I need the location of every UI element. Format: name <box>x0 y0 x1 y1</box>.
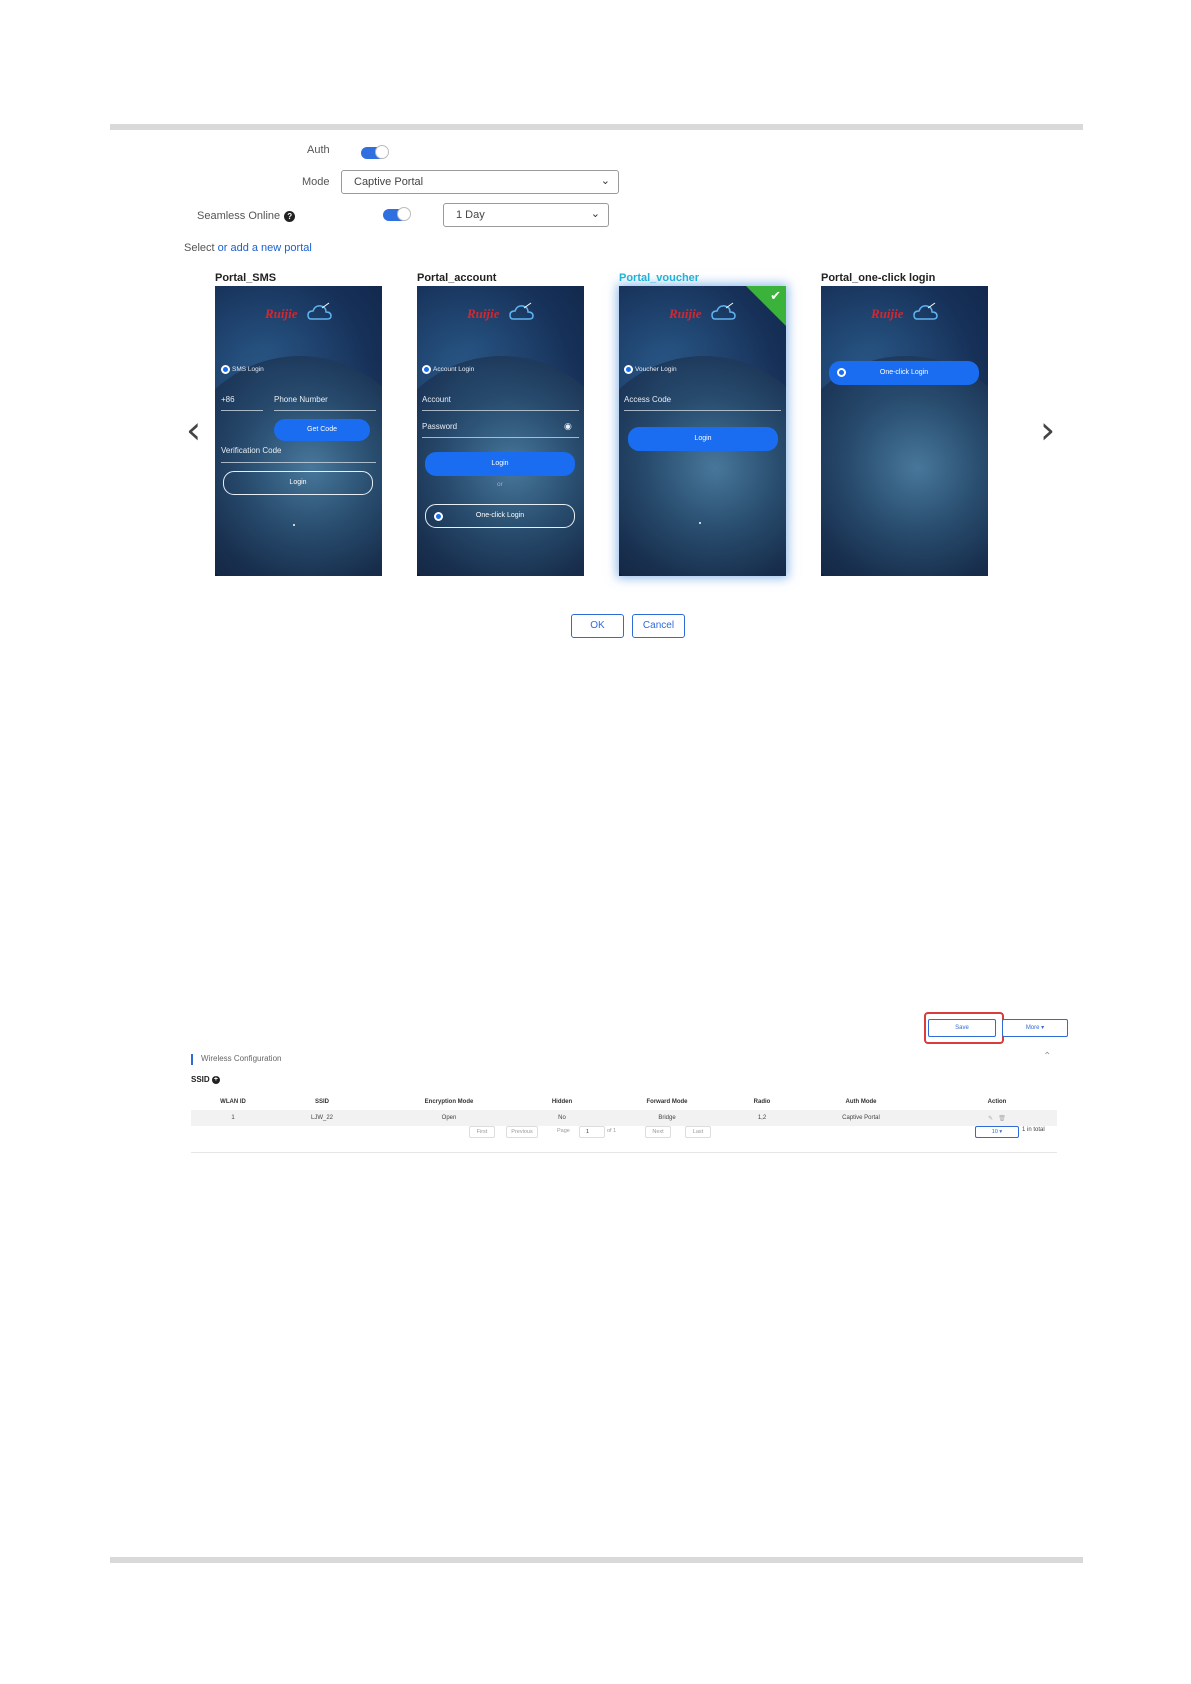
portal-title-account: Portal_account <box>417 272 497 284</box>
phone-number-field[interactable]: Phone Number <box>274 395 328 404</box>
delete-icon[interactable]: 🗑 <box>998 1116 1006 1122</box>
section-marker <box>191 1054 193 1065</box>
more-button[interactable]: More ▾ <box>1002 1019 1068 1037</box>
portal-title-sms: Portal_SMS <box>215 272 277 284</box>
save-button[interactable]: Save <box>928 1019 996 1037</box>
password-field[interactable]: Password <box>422 422 457 431</box>
check-icon: ✔ <box>770 288 781 303</box>
login-type-label: SMS Login <box>232 366 264 373</box>
seamless-online-toggle[interactable] <box>383 207 411 221</box>
sms-icon <box>221 365 230 374</box>
first-page-button[interactable]: First <box>469 1126 495 1138</box>
previous-page-button[interactable]: Previous <box>506 1126 538 1138</box>
page-number-input[interactable]: 1 <box>579 1126 605 1138</box>
account-field[interactable]: Account <box>422 395 451 404</box>
next-page-button[interactable]: Next <box>645 1126 671 1138</box>
ruijie-logo: Ruijie <box>467 300 537 326</box>
one-click-login-button[interactable]: One-click Login <box>425 504 575 528</box>
last-page-button[interactable]: Last <box>685 1126 711 1138</box>
portal-card-one-click[interactable]: Ruijie One-click Login <box>821 286 988 576</box>
ssid-label: SSID + <box>191 1075 220 1084</box>
chevron-right-icon[interactable]: › <box>1040 408 1055 452</box>
ok-button[interactable]: OK <box>571 614 624 638</box>
table-header: WLAN ID SSID Encryption Mode Hidden Forw… <box>220 1099 1007 1105</box>
mode-select-value: Captive Portal <box>354 176 424 188</box>
get-code-button[interactable]: Get Code <box>274 419 370 441</box>
login-button[interactable]: Login <box>628 427 778 451</box>
user-icon <box>422 365 431 374</box>
mode-select[interactable]: Captive Portal ⌄ <box>341 170 619 194</box>
chevron-left-icon[interactable]: ‹ <box>186 408 201 452</box>
footer-divider <box>110 1557 1083 1563</box>
ruijie-logo: Ruijie <box>871 300 941 326</box>
ruijie-logo: Ruijie <box>669 300 739 326</box>
login-button[interactable]: Login <box>223 471 373 495</box>
voucher-icon <box>624 365 633 374</box>
chevron-down-icon: ⌄ <box>590 208 600 220</box>
seamless-duration-select[interactable]: 1 Day ⌄ <box>443 203 609 227</box>
table-bottom-divider <box>191 1152 1057 1153</box>
section-title: Wireless Configuration <box>201 1054 282 1063</box>
auth-toggle[interactable] <box>361 145 389 159</box>
total-count: 1 in total <box>1022 1127 1045 1133</box>
wifi-icon <box>837 368 846 377</box>
page-size-select[interactable]: 10 ▾ <box>975 1126 1019 1138</box>
eye-icon[interactable]: ◉ <box>564 421 572 432</box>
or-divider: or <box>497 481 503 488</box>
portal-card-sms[interactable]: Ruijie SMS Login +86 Phone Number Get Co… <box>215 286 382 576</box>
seamless-online-label: Seamless Online? <box>197 210 296 222</box>
help-icon[interactable]: ? <box>284 210 296 222</box>
cancel-button[interactable]: Cancel <box>632 614 685 638</box>
add-new-portal-link[interactable]: or add a new portal <box>218 242 312 254</box>
portal-card-voucher[interactable]: Ruijie ✔ Voucher Login Access Code Login <box>619 286 786 576</box>
select-portal-text: Select or add a new portal <box>184 242 312 254</box>
portal-title-voucher: Portal_voucher <box>619 272 700 284</box>
verification-code-field[interactable]: Verification Code <box>221 446 281 455</box>
portal-card-account[interactable]: Ruijie Account Login Account Password ◉ … <box>417 286 584 576</box>
mode-label: Mode <box>302 176 330 188</box>
header-divider <box>110 124 1083 130</box>
page-count: of 1 <box>607 1128 617 1134</box>
access-code-field[interactable]: Access Code <box>624 395 671 404</box>
wifi-icon <box>434 512 443 521</box>
one-click-login-button[interactable]: One-click Login <box>829 361 979 385</box>
login-button[interactable]: Login <box>425 452 575 476</box>
chevron-down-icon: ⌄ <box>600 175 610 187</box>
login-type-label: Voucher Login <box>635 366 677 373</box>
auth-label: Auth <box>307 144 330 156</box>
page-label: Page <box>557 1128 570 1134</box>
country-code[interactable]: +86 <box>221 395 235 404</box>
ssid-table: WLAN ID SSID Encryption Mode Hidden Forw… <box>191 1094 1057 1126</box>
add-icon[interactable]: + <box>211 1075 220 1084</box>
table-row[interactable]: 1 LJW_22 Open No Bridge 1,2 Captive Port… <box>191 1110 1057 1126</box>
seamless-duration-value: 1 Day <box>456 209 485 221</box>
edit-icon[interactable]: ✎ <box>988 1116 993 1122</box>
ruijie-logo: Ruijie <box>265 300 335 326</box>
collapse-icon[interactable]: ⌃ <box>1043 1051 1051 1062</box>
login-type-label: Account Login <box>433 366 475 373</box>
portal-title-one-click: Portal_one-click login <box>821 272 936 284</box>
